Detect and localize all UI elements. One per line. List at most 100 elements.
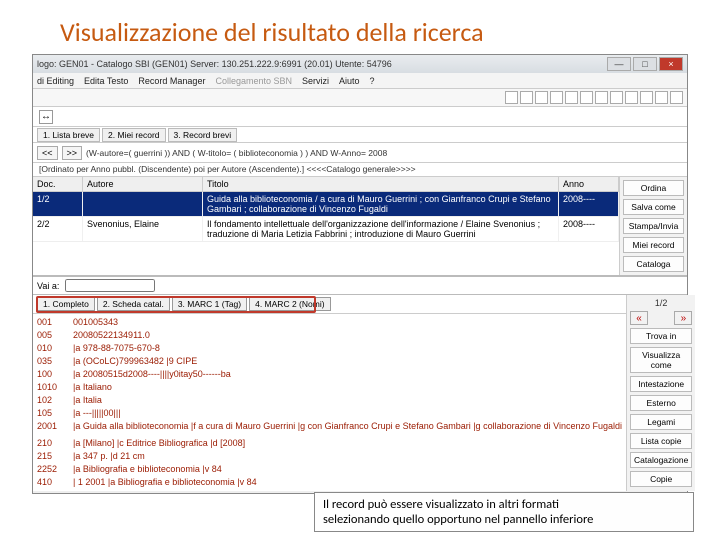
toolbar-icon[interactable] (625, 91, 638, 104)
tab-marc1[interactable]: 3. MARC 1 (Tag) (172, 297, 247, 311)
marc-value: |a Guida alla biblioteconomia |f a cura … (73, 420, 622, 433)
maximize-button[interactable]: □ (633, 57, 657, 71)
cell-doc: 1/2 (33, 192, 83, 216)
marc-tag: 105 (37, 407, 73, 420)
marc-tag: 100 (37, 368, 73, 381)
minimize-button[interactable]: — (607, 57, 631, 71)
toolbar-icon[interactable] (655, 91, 668, 104)
cell-doc: 2/2 (33, 217, 83, 241)
cell-anno: 2008---- (559, 217, 619, 241)
trova-in-button[interactable]: Trova in (630, 328, 692, 344)
toolbar-icon[interactable] (595, 91, 608, 104)
marc-tag: 2252 (37, 463, 73, 476)
menu-edita-testo[interactable]: Edita Testo (84, 76, 128, 86)
ordina-button[interactable]: Ordina (623, 180, 684, 196)
toolbar-secondary: ↔ (33, 107, 687, 127)
collapse-button[interactable]: ↔ (39, 110, 53, 124)
prev-button[interactable]: << (37, 146, 58, 160)
toolbar-icon[interactable] (505, 91, 518, 104)
marc-value: | 1 2001 |a Bibliografia e biblioteconom… (73, 476, 622, 489)
marc-tag: 001 (37, 316, 73, 329)
record-panel: 1. Completo 2. Scheda catal. 3. MARC 1 (… (33, 295, 687, 491)
salva-come-button[interactable]: Salva come (623, 199, 684, 215)
table-row[interactable]: 2/2 Svenonius, Elaine Il fondamento inte… (33, 217, 619, 242)
intestazione-button[interactable]: Intestazione (630, 376, 692, 392)
tab-marc2[interactable]: 4. MARC 2 (Nomi) (249, 297, 330, 311)
cell-titolo: Guida alla biblioteconomia / a cura di M… (203, 192, 559, 216)
record-index: 1/2 (630, 298, 692, 308)
table-row[interactable]: 1/2 Guida alla biblioteconomia / a cura … (33, 192, 619, 217)
vai-a-input[interactable] (65, 279, 155, 292)
header-anno[interactable]: Anno (559, 177, 619, 191)
window-controls: — □ × (607, 57, 683, 71)
miei-record-button[interactable]: Miei record (623, 237, 684, 253)
lista-copie-button[interactable]: Lista copie (630, 433, 692, 449)
upper-tabs: 1. Lista breve 2. Miei record 3. Record … (33, 127, 687, 143)
marc-value: 001005343 (73, 316, 622, 329)
results-side-buttons: Ordina Salva come Stampa/Invia Miei reco… (619, 177, 687, 275)
header-autore[interactable]: Autore (83, 177, 203, 191)
marc-value: |a Bibliografia e biblioteconomia |v 84 (73, 463, 622, 476)
record-side-buttons: 1/2 « » Trova in Visualizza come Intesta… (626, 295, 695, 491)
menu-aiuto[interactable]: Aiuto (339, 76, 360, 86)
cell-anno: 2008---- (559, 192, 619, 216)
tab-completo[interactable]: 1. Completo (37, 297, 95, 311)
cell-autore (83, 192, 203, 216)
query-row: << >> (W-autore=( guerrini )) AND ( W-ti… (33, 143, 687, 163)
tab-scheda-catal[interactable]: 2. Scheda catal. (97, 297, 170, 311)
menu-help[interactable]: ? (370, 76, 375, 86)
vai-a-row: Vai a: (33, 277, 687, 295)
copie-button[interactable]: Copie (630, 471, 692, 487)
menu-collegamento-sbn[interactable]: Collegamento SBN (215, 76, 292, 86)
toolbar-icon[interactable] (520, 91, 533, 104)
toolbar-icon[interactable] (580, 91, 593, 104)
marc-record: 001001005343 00520080522134911.0 010|a 9… (33, 314, 626, 491)
toolbar-icon[interactable] (640, 91, 653, 104)
stampa-invia-button[interactable]: Stampa/Invia (623, 218, 684, 234)
marc-tag: 035 (37, 355, 73, 368)
marc-value: |a Italia (73, 394, 622, 407)
record-prev-button[interactable]: « (630, 311, 648, 325)
tab-lista-breve[interactable]: 1. Lista breve (37, 128, 100, 142)
visualizza-come-button[interactable]: Visualizza come (630, 347, 692, 373)
toolbar-icon[interactable] (610, 91, 623, 104)
marc-tag: 010 (37, 342, 73, 355)
marc-value: |a ---|||||00||| (73, 407, 622, 420)
marc-tag: 102 (37, 394, 73, 407)
window-title: logo: GEN01 - Catalogo SBI (GEN01) Serve… (37, 59, 607, 69)
results-table: Doc. Autore Titolo Anno 1/2 Guida alla b… (33, 177, 619, 275)
cataloga-button[interactable]: Cataloga (623, 256, 684, 272)
toolbar-icon[interactable] (550, 91, 563, 104)
record-tabs: 1. Completo 2. Scheda catal. 3. MARC 1 (… (33, 295, 626, 314)
record-nav: « » (630, 311, 692, 325)
marc-tag: 410 (37, 476, 73, 489)
catalogazione-button[interactable]: Catalogazione (630, 452, 692, 468)
callout-line1: Il record può essere visualizzato in alt… (323, 497, 559, 512)
marc-value: |a (OCoLC)799963482 |9 CIPE (73, 355, 622, 368)
close-button[interactable]: × (659, 57, 683, 71)
titlebar: logo: GEN01 - Catalogo SBI (GEN01) Serve… (33, 55, 687, 73)
legami-button[interactable]: Legami (630, 414, 692, 430)
cell-autore: Svenonius, Elaine (83, 217, 203, 241)
toolbar-icon[interactable] (565, 91, 578, 104)
menubar: di Editing Edita Testo Record Manager Co… (33, 73, 687, 89)
sort-info: [Ordinato per Anno pubbl. (Discendente) … (33, 163, 687, 177)
slide-title: Visualizzazione del risultato della rice… (0, 0, 720, 54)
tab-miei-record[interactable]: 2. Miei record (102, 128, 166, 142)
callout-line2: selezionando quello opportuno nel pannel… (323, 512, 593, 527)
menu-editing[interactable]: di Editing (37, 76, 74, 86)
marc-tag: 1010 (37, 381, 73, 394)
next-button[interactable]: >> (62, 146, 83, 160)
toolbar-icon[interactable] (670, 91, 683, 104)
record-next-button[interactable]: » (674, 311, 692, 325)
marc-value: |a 978-88-7075-670-8 (73, 342, 622, 355)
menu-record-manager[interactable]: Record Manager (138, 76, 205, 86)
menu-servizi[interactable]: Servizi (302, 76, 329, 86)
toolbar-icon[interactable] (535, 91, 548, 104)
header-doc[interactable]: Doc. (33, 177, 83, 191)
tab-record-brevi[interactable]: 3. Record brevi (168, 128, 238, 142)
marc-value: 20080522134911.0 (73, 329, 622, 342)
header-titolo[interactable]: Titolo (203, 177, 559, 191)
esterno-button[interactable]: Esterno (630, 395, 692, 411)
marc-tag: 2001 (37, 420, 73, 433)
